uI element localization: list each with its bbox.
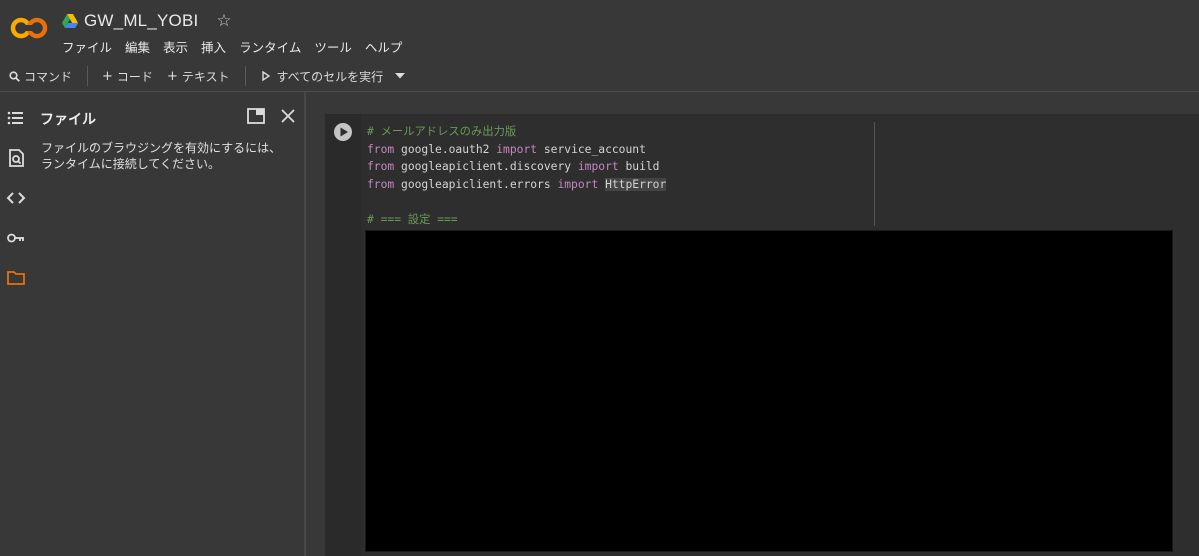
- code-snippets-icon[interactable]: [6, 188, 26, 208]
- title-row: GW_ML_YOBI ☆: [62, 10, 232, 32]
- notebook-title[interactable]: GW_ML_YOBI: [84, 11, 198, 31]
- menu-runtime[interactable]: ランタイム: [239, 37, 301, 56]
- menu-edit[interactable]: 編集: [125, 37, 150, 56]
- panel-divider: [304, 92, 306, 556]
- code-comment: # メールアドレスのみ出力版: [367, 125, 517, 138]
- add-code-button[interactable]: + コード: [102, 68, 153, 85]
- toolbar-divider: [87, 66, 89, 86]
- secrets-key-icon[interactable]: [6, 228, 26, 248]
- cell-gutter: [325, 114, 361, 556]
- header: GW_ML_YOBI ☆ ファイル 編集 表示 挿入 ランタイム ツール ヘルプ: [0, 0, 1199, 62]
- redacted-output-area: [365, 230, 1173, 552]
- menu-file[interactable]: ファイル: [62, 37, 112, 56]
- colab-logo-icon[interactable]: [10, 16, 48, 40]
- add-code-label: コード: [116, 69, 153, 84]
- highlighted-token: HttpError: [605, 177, 667, 191]
- files-panel: ファイル ファイルのブラウジングを有効にするには、ランタイムに接続してください。: [30, 92, 304, 556]
- google-drive-icon: [62, 14, 78, 28]
- menu-tools[interactable]: ツール: [314, 37, 352, 56]
- table-of-contents-icon[interactable]: [6, 108, 26, 128]
- menu-insert[interactable]: 挿入: [201, 37, 226, 56]
- run-options-dropdown[interactable]: [395, 73, 406, 79]
- files-panel-message: ファイルのブラウジングを有効にするには、ランタイムに接続してください。: [41, 141, 282, 171]
- toolbar-divider: [245, 66, 247, 86]
- code-comment: # === 設定 ===: [367, 212, 458, 226]
- dropdown-arrow-icon: [395, 73, 406, 79]
- add-text-label: テキスト: [181, 69, 230, 84]
- toolbar: コマンド + コード + テキスト すべてのセルを実行: [0, 62, 1199, 90]
- menubar: ファイル 編集 表示 挿入 ランタイム ツール ヘルプ: [62, 37, 415, 55]
- menu-help[interactable]: ヘルプ: [365, 37, 403, 56]
- plus-icon: +: [102, 68, 113, 84]
- star-icon[interactable]: ☆: [216, 11, 231, 31]
- line-length-ruler: [874, 122, 875, 226]
- add-text-button[interactable]: + テキスト: [167, 68, 230, 85]
- menu-view[interactable]: 表示: [163, 37, 188, 56]
- close-icon[interactable]: [278, 106, 298, 126]
- open-in-tab-icon[interactable]: [246, 106, 266, 126]
- search-icon: [9, 70, 20, 82]
- code-editor[interactable]: # メールアドレスのみ出力版 from google.oauth2 import…: [367, 123, 667, 229]
- plus-icon: +: [166, 68, 178, 84]
- find-replace-icon[interactable]: [6, 148, 26, 168]
- code-cell[interactable]: # メールアドレスのみ出力版 from google.oauth2 import…: [325, 114, 1199, 556]
- run-cell-button[interactable]: [333, 122, 353, 142]
- folder-icon[interactable]: [6, 267, 26, 287]
- run-all-label: すべてのセルを実行: [276, 69, 384, 84]
- run-all-button[interactable]: すべてのセルを実行: [262, 68, 383, 85]
- command-button[interactable]: コマンド: [9, 68, 72, 85]
- play-icon: [262, 71, 271, 81]
- command-label: コマンド: [24, 69, 73, 84]
- left-rail: [0, 92, 30, 556]
- panel-title: ファイル: [40, 112, 96, 128]
